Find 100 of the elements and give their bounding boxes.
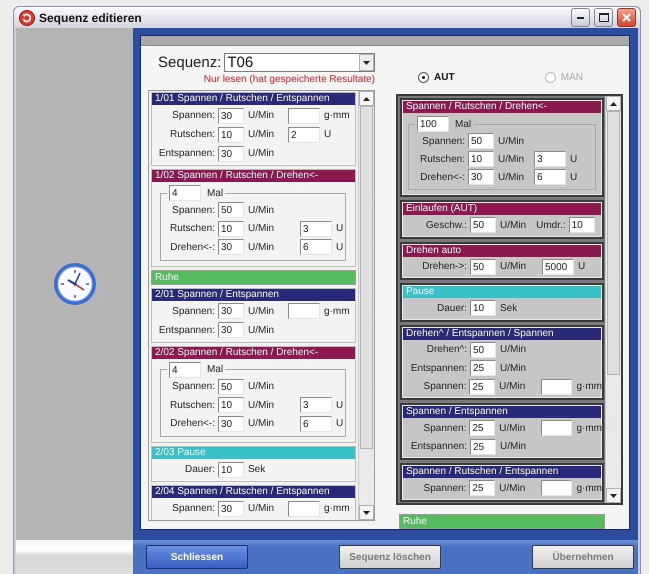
input-field[interactable]: 10 (218, 462, 244, 478)
dropdown-arrow-icon (363, 60, 370, 64)
field-label: Spannen: (422, 482, 468, 494)
field-label: Rutschen: (168, 129, 216, 140)
input-field[interactable]: 30 (218, 239, 244, 256)
unit-label: Sek (499, 302, 518, 314)
scroll-up-icon[interactable] (610, 102, 617, 106)
input-field[interactable]: 25 (469, 480, 496, 496)
input-field[interactable]: 30 (218, 322, 244, 338)
input-field[interactable] (288, 303, 320, 319)
scroll-up-icon[interactable] (363, 96, 370, 100)
input-field[interactable]: 5000 (542, 258, 574, 275)
input-field[interactable]: 25 (470, 360, 496, 376)
input-field[interactable]: 25 (469, 378, 496, 395)
scroll-down-icon[interactable] (363, 510, 370, 514)
field-label: Spannen: (171, 204, 216, 216)
input-field[interactable]: 30 (218, 303, 244, 319)
unit-label: U (323, 129, 332, 140)
window-title: Sequenz editieren (39, 10, 143, 24)
input-field[interactable]: 30 (218, 416, 244, 432)
input-field[interactable]: 10 (470, 300, 496, 316)
button[interactable]: Schliessen (146, 545, 248, 569)
step-header: 1/02 Spannen / Rutschen / Drehen<- (152, 170, 355, 182)
minimize-button[interactable] (571, 8, 590, 27)
input-field[interactable]: 30 (218, 108, 244, 124)
input-field[interactable]: 30 (218, 146, 244, 162)
unit-label: U (335, 400, 344, 411)
field-label: Geschw.: (424, 220, 468, 231)
input-field[interactable] (540, 480, 572, 496)
unit-label: U (335, 418, 344, 430)
unit-label: U/Min (499, 362, 528, 374)
input-field[interactable] (540, 378, 572, 395)
input-field[interactable]: 6 (300, 239, 332, 256)
input-field[interactable]: 6 (300, 416, 332, 432)
unit-label: g·mm (323, 503, 350, 514)
sequence-dropdown[interactable]: T06 (224, 53, 375, 72)
scrollbar[interactable] (605, 96, 621, 503)
step-header: Einlaufen (AUT) (403, 203, 601, 215)
field-label: Rutschen: (168, 223, 216, 234)
input-field[interactable]: 25 (470, 438, 496, 455)
clock-icon (52, 262, 96, 306)
field-label: Drehen->: (421, 261, 468, 272)
close-icon (622, 13, 631, 22)
input-field[interactable]: 50 (470, 342, 496, 358)
input-field[interactable]: 3 (300, 220, 332, 237)
scrollbar[interactable] (358, 91, 374, 520)
input-field[interactable]: 25 (469, 420, 496, 436)
input-field[interactable]: 10 (568, 217, 595, 234)
unit-label: U/Min (247, 418, 276, 430)
input-field[interactable]: 4 (169, 362, 201, 378)
input-field[interactable] (288, 500, 320, 516)
input-field[interactable]: 50 (218, 378, 244, 395)
maximize-icon (598, 13, 608, 22)
input-field[interactable]: 50 (468, 133, 494, 149)
unit-label: U/Min (499, 344, 528, 356)
input-field[interactable]: 3 (300, 397, 332, 414)
unit-label: g·mm (575, 422, 602, 434)
step-header: Spannen / Rutschen / Drehen<- (403, 101, 601, 113)
read-only-note: Nur lesen (hat gespeicherte Resultate) (202, 74, 375, 86)
input-field[interactable]: 30 (468, 169, 494, 185)
input-field[interactable]: 50 (470, 258, 496, 275)
unit-label: U (569, 172, 578, 182)
field-label: Dauer: (436, 302, 468, 314)
input-field[interactable] (540, 420, 572, 436)
input-field[interactable]: 10 (218, 126, 244, 142)
unit-label: g·mm (575, 482, 602, 494)
input-field[interactable]: 50 (218, 202, 244, 218)
step-header: Drehen auto (403, 244, 601, 256)
field-label: Spannen: (171, 503, 216, 514)
field-label: Drehen<-: (419, 172, 466, 182)
field-label: Rutschen: (168, 400, 216, 411)
close-button[interactable] (617, 8, 636, 27)
input-field[interactable]: 2 (288, 126, 320, 142)
input-field[interactable]: 4 (169, 185, 201, 201)
input-field[interactable] (288, 108, 320, 124)
input-field[interactable]: 50 (470, 217, 496, 234)
field-label: Entspannen: (410, 441, 468, 452)
unit-label: U/Min (247, 306, 276, 316)
input-field[interactable]: 10 (218, 397, 244, 414)
input-field[interactable]: 100 (417, 116, 449, 132)
field-label: Entspannen: (410, 362, 468, 374)
maximize-button[interactable] (594, 8, 613, 27)
input-field[interactable]: 6 (534, 169, 566, 185)
unit-label: Mal (454, 118, 472, 130)
radio-button[interactable]: AUT (418, 68, 455, 87)
button: Sequenz löschen (339, 545, 441, 569)
status-bar: Ruhe (399, 514, 605, 529)
scroll-down-icon[interactable] (610, 494, 617, 498)
status-bar: Ruhe (151, 270, 356, 284)
input-field[interactable]: 10 (218, 220, 244, 237)
unit-label: g·mm (323, 110, 350, 121)
field-label: Spannen: (171, 110, 216, 121)
input-field[interactable]: 30 (218, 500, 244, 516)
unit-label: U/Min (499, 261, 528, 272)
unit-label: U (569, 154, 578, 164)
input-field[interactable]: 3 (534, 151, 566, 167)
unit-label: U/Min (498, 482, 526, 494)
input-field[interactable]: 10 (468, 151, 494, 167)
step-header: 2/01 Spannen / Entspannen (152, 288, 355, 300)
field-label: Spannen: (421, 136, 466, 146)
